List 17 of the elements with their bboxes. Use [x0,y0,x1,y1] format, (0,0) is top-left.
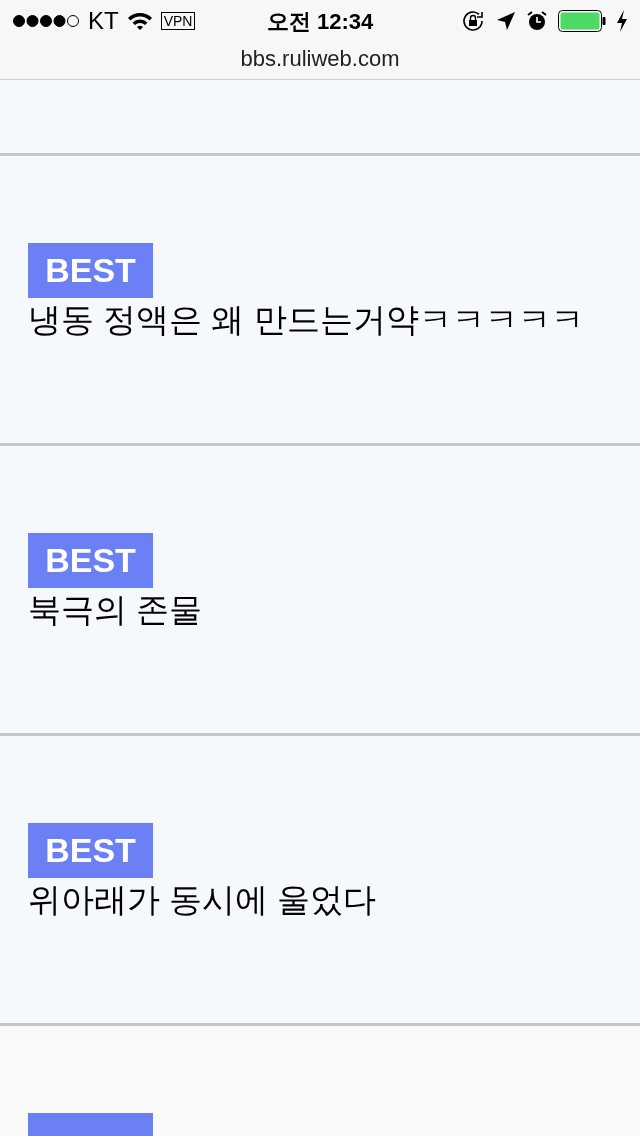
location-icon [496,11,516,31]
best-badge: BEST [28,823,153,878]
signal-icon [12,14,80,28]
rotation-lock-icon [462,10,486,32]
best-badge: BEST [28,533,153,588]
clock-text: 오전 12:34 [266,7,374,36]
post-title: 위아래가 동시에 울었다 [28,880,377,920]
battery-icon [558,10,606,32]
alarm-icon [526,10,548,32]
post-title: 북극의 존물 [28,590,203,630]
best-badge: BEST [28,243,153,298]
wifi-icon [126,11,153,31]
url-text: bbs.ruliweb.com [240,45,400,73]
vpn-badge: VPN [160,12,196,30]
post-title: 냉동 정액은 왜 만드는거약ㅋㅋㅋㅋㅋ [28,300,584,340]
carrier-text: KT [88,6,119,36]
charging-icon [616,10,628,32]
